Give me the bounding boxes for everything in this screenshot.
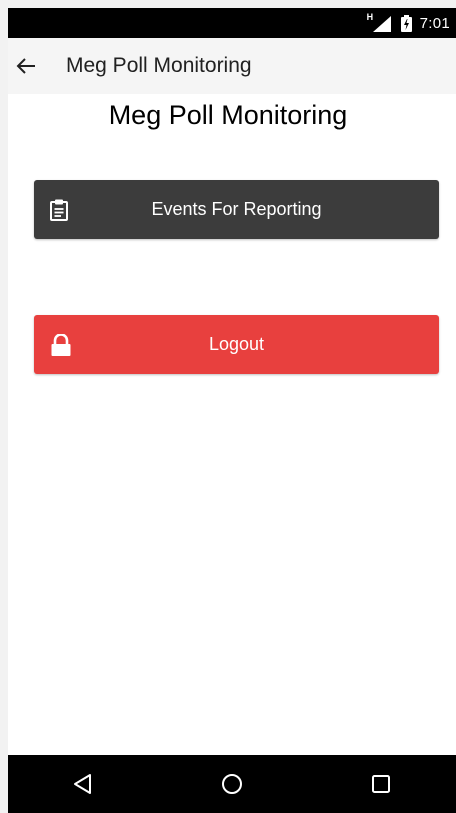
logout-button[interactable]: Logout — [34, 315, 439, 374]
app-toolbar: Meg Poll Monitoring — [8, 38, 456, 94]
page-title: Meg Poll Monitoring — [108, 100, 348, 130]
home-circle-icon — [221, 774, 242, 794]
phone-screen: H 7:01 Meg Poll Monitoring Meg Poll Moni… — [8, 8, 456, 813]
status-icons: H 7:01 — [367, 8, 450, 38]
battery-icon — [400, 14, 412, 32]
clipboard-icon — [50, 199, 68, 221]
nav-recents-button[interactable] — [351, 755, 411, 813]
events-button-label: Events For Reporting — [151, 199, 322, 219]
window-edge — [0, 0, 8, 813]
back-triangle-icon — [73, 774, 91, 794]
navigation-bar — [8, 755, 456, 813]
events-for-reporting-button[interactable]: Events For Reporting — [34, 180, 439, 239]
logout-button-label: Logout — [208, 334, 265, 354]
signal-icon: H — [367, 12, 393, 32]
back-button[interactable] — [8, 38, 50, 94]
nav-home-button[interactable] — [202, 755, 262, 813]
status-time: 7:01 — [419, 14, 450, 32]
status-bar: H 7:01 — [8, 8, 456, 38]
lock-icon — [50, 333, 72, 356]
recents-square-icon — [372, 775, 391, 793]
toolbar-title: Meg Poll Monitoring — [66, 54, 252, 77]
nav-back-button[interactable] — [53, 755, 113, 813]
arrow-left-icon — [16, 58, 35, 74]
